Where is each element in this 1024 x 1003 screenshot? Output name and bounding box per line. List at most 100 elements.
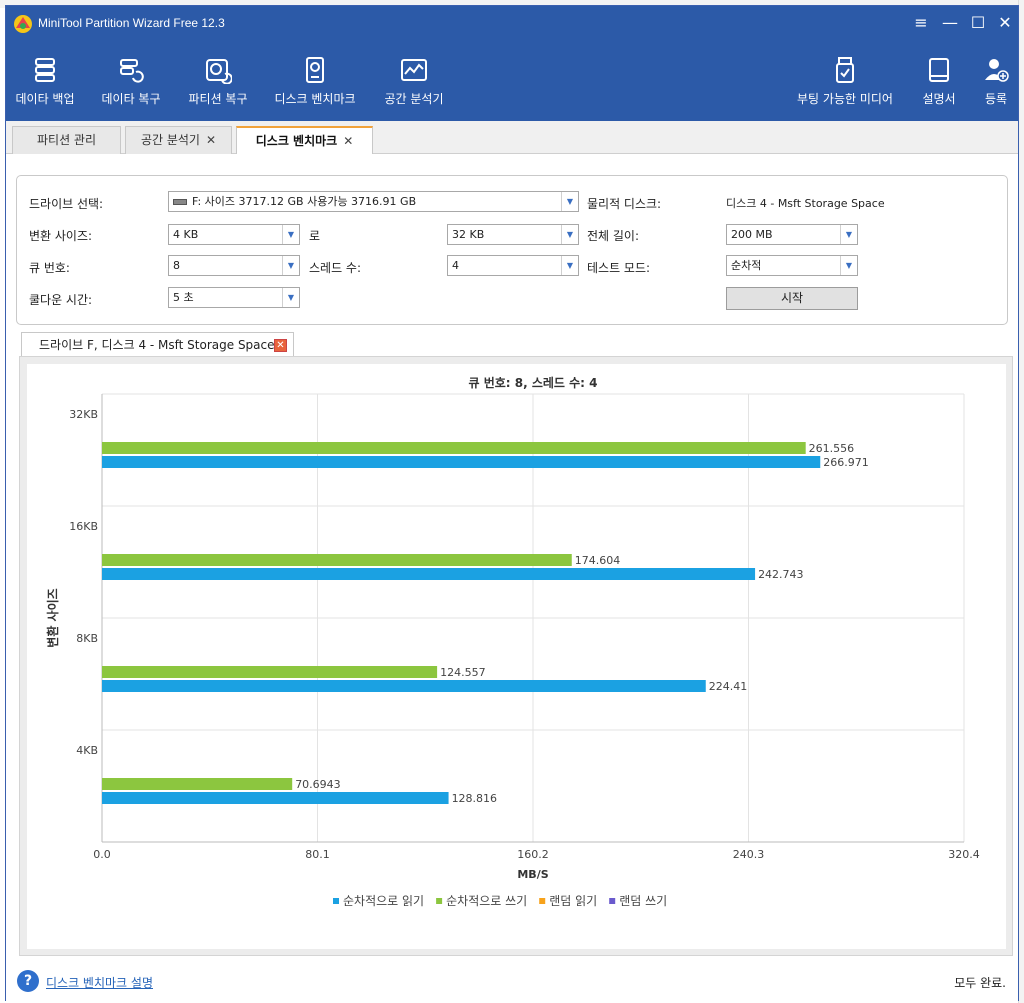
x-tick-label: 0.0 — [93, 848, 111, 861]
benchmark-help-link[interactable]: 디스크 벤치마크 설명 — [46, 974, 153, 991]
to-label: 로 — [309, 229, 321, 243]
data-recovery-icon — [120, 59, 144, 83]
partition-recovery-icon — [206, 59, 232, 84]
tab-disk-benchmark[interactable]: 디스크 벤치마크 ✕ — [236, 126, 373, 156]
thread-count-select[interactable]: 4 ▼ — [447, 255, 579, 276]
data-label: 128.816 — [452, 792, 498, 805]
toolbar-partition-recovery-button[interactable]: 파티션 복구 — [181, 42, 255, 121]
space-analyzer-icon — [401, 59, 427, 81]
result-tab[interactable]: 드라이브 F, 디스크 4 - Msft Storage Space ✕ — [21, 332, 294, 357]
chart-bar — [102, 554, 572, 566]
toolbar: 데이타 백업 데이타 복구 파티션 복구 디스크 벤치마크 공간 분석기 부팅 … — [6, 42, 1018, 121]
data-label: 242.743 — [758, 568, 804, 581]
chevron-down-icon: ▼ — [561, 256, 578, 275]
close-icon[interactable]: ✕ — [206, 133, 216, 147]
physical-disk-label: 물리적 디스크: — [587, 197, 662, 211]
start-button[interactable]: 시작 — [726, 287, 858, 310]
result-tab-label: 드라이브 F, 디스크 4 - Msft Storage Space — [39, 338, 275, 352]
minimize-button[interactable]: — — [939, 13, 961, 35]
toolbar-backup-button[interactable]: 데이타 백업 — [8, 42, 82, 121]
bootable-media-icon — [836, 57, 854, 83]
drive-icon — [173, 199, 187, 205]
window-title: MiniTool Partition Wizard Free 12.3 — [38, 16, 225, 30]
backup-icon — [35, 58, 55, 82]
toolbar-manual-label: 설명서 — [922, 92, 956, 106]
legend-swatch — [539, 898, 546, 904]
x-axis-label: MB/S — [517, 868, 548, 881]
y-tick-label: 4KB — [76, 744, 98, 757]
maximize-button[interactable]: ☐ — [967, 13, 989, 35]
chevron-down-icon: ▼ — [282, 256, 299, 275]
data-label: 261.556 — [809, 442, 855, 455]
data-label: 174.604 — [575, 554, 621, 567]
toolbar-bootable-media-button[interactable]: 부팅 가능한 미디어 — [788, 42, 902, 121]
x-tick-label: 160.2 — [517, 848, 549, 861]
x-tick-label: 320.4 — [948, 848, 980, 861]
tab-disk-benchmark-label: 디스크 벤치마크 — [255, 134, 338, 148]
toolbar-register-button[interactable]: 등록 — [974, 42, 1018, 121]
total-length-select[interactable]: 200 MB ▼ — [726, 224, 858, 245]
transfer-size-from-value: 4 KB — [173, 228, 199, 241]
close-icon[interactable]: ✕ — [274, 339, 287, 352]
y-tick-label: 32KB — [69, 408, 98, 421]
benchmark-panel: 드라이브 선택: F: 사이즈 3717.12 GB 사용가능 3716.91 … — [6, 154, 1018, 1002]
legend-label: 순차적으로 쓰기 — [446, 894, 527, 908]
toolbar-data-recovery-label: 데이타 복구 — [101, 92, 161, 106]
chart-area: 큐 번호: 8, 스레드 수: 4 0.0 80.1 160.2 240.3 320.4 3… — [27, 364, 1006, 949]
chart-bar — [102, 792, 449, 804]
x-tick-label: 240.3 — [733, 848, 765, 861]
tab-bar: 파티션 관리 공간 분석기 ✕ 디스크 벤치마크 ✕ — [6, 121, 1018, 156]
register-icon — [985, 59, 1009, 82]
transfer-size-to-value: 32 KB — [452, 228, 485, 241]
data-label: 70.6943 — [295, 778, 341, 791]
title-bar: MiniTool Partition Wizard Free 12.3 ≡ — … — [6, 6, 1018, 42]
cooldown-time-select[interactable]: 5 초 ▼ — [168, 287, 300, 308]
toolbar-manual-button[interactable]: 설명서 — [911, 42, 967, 121]
transfer-size-to-select[interactable]: 32 KB ▼ — [447, 224, 579, 245]
menu-icon[interactable]: ≡ — [910, 13, 932, 35]
chart-bar — [102, 568, 756, 580]
test-mode-value: 순차적 — [731, 259, 762, 272]
x-tick-label: 80.1 — [305, 848, 330, 861]
toolbar-space-analyzer-button[interactable]: 공간 분석기 — [374, 42, 454, 121]
close-icon[interactable]: ✕ — [343, 134, 353, 148]
chart-bar — [102, 680, 706, 692]
drive-select-value: F: 사이즈 3717.12 GB 사용가능 3716.91 GB — [192, 195, 417, 208]
legend-swatch — [609, 898, 616, 904]
total-length-label: 전체 길이: — [587, 229, 640, 243]
queue-number-select[interactable]: 8 ▼ — [168, 255, 300, 276]
y-axis-label: 변환 사이즈 — [45, 588, 60, 647]
toolbar-bootable-media-label: 부팅 가능한 미디어 — [797, 92, 893, 106]
toolbar-data-recovery-button[interactable]: 데이타 복구 — [94, 42, 168, 121]
status-text: 모두 완료. — [954, 976, 1006, 990]
transfer-size-from-select[interactable]: 4 KB ▼ — [168, 224, 300, 245]
legend-label: 랜덤 읽기 — [549, 894, 597, 908]
legend-label: 순차적으로 읽기 — [343, 894, 424, 908]
test-mode-label: 테스트 모드: — [587, 261, 651, 275]
toolbar-register-label: 등록 — [984, 92, 1008, 106]
chart-bar — [102, 666, 438, 678]
toolbar-disk-benchmark-button[interactable]: 디스크 벤치마크 — [268, 42, 362, 121]
toolbar-partition-recovery-label: 파티션 복구 — [188, 92, 248, 106]
thread-count-value: 4 — [452, 259, 459, 272]
disk-benchmark-icon — [306, 57, 324, 83]
data-label: 266.971 — [823, 456, 869, 469]
legend-label: 랜덤 쓰기 — [619, 894, 667, 908]
test-mode-select[interactable]: 순차적 ▼ — [726, 255, 858, 276]
chevron-down-icon: ▼ — [282, 225, 299, 244]
cooldown-time-label: 쿨다운 시간: — [29, 293, 93, 307]
legend-swatch — [333, 898, 339, 904]
chevron-down-icon: ▼ — [840, 256, 857, 275]
tab-space-analyzer[interactable]: 공간 분석기 ✕ — [125, 126, 232, 155]
help-icon[interactable]: ? — [17, 970, 39, 992]
chevron-down-icon: ▼ — [840, 225, 857, 244]
data-label: 224.41 — [709, 680, 748, 693]
drive-select[interactable]: F: 사이즈 3717.12 GB 사용가능 3716.91 GB ▼ — [168, 191, 579, 212]
chart-frame: 큐 번호: 8, 스레드 수: 4 0.0 80.1 160.2 240.3 320.4 3… — [19, 356, 1013, 956]
physical-disk-value: 디스크 4 - Msft Storage Space — [726, 197, 885, 210]
chevron-down-icon: ▼ — [561, 192, 578, 211]
total-length-value: 200 MB — [731, 228, 773, 241]
tab-partition-management[interactable]: 파티션 관리 — [12, 126, 121, 155]
close-button[interactable]: ✕ — [994, 13, 1016, 35]
cooldown-time-value: 5 초 — [173, 291, 194, 304]
